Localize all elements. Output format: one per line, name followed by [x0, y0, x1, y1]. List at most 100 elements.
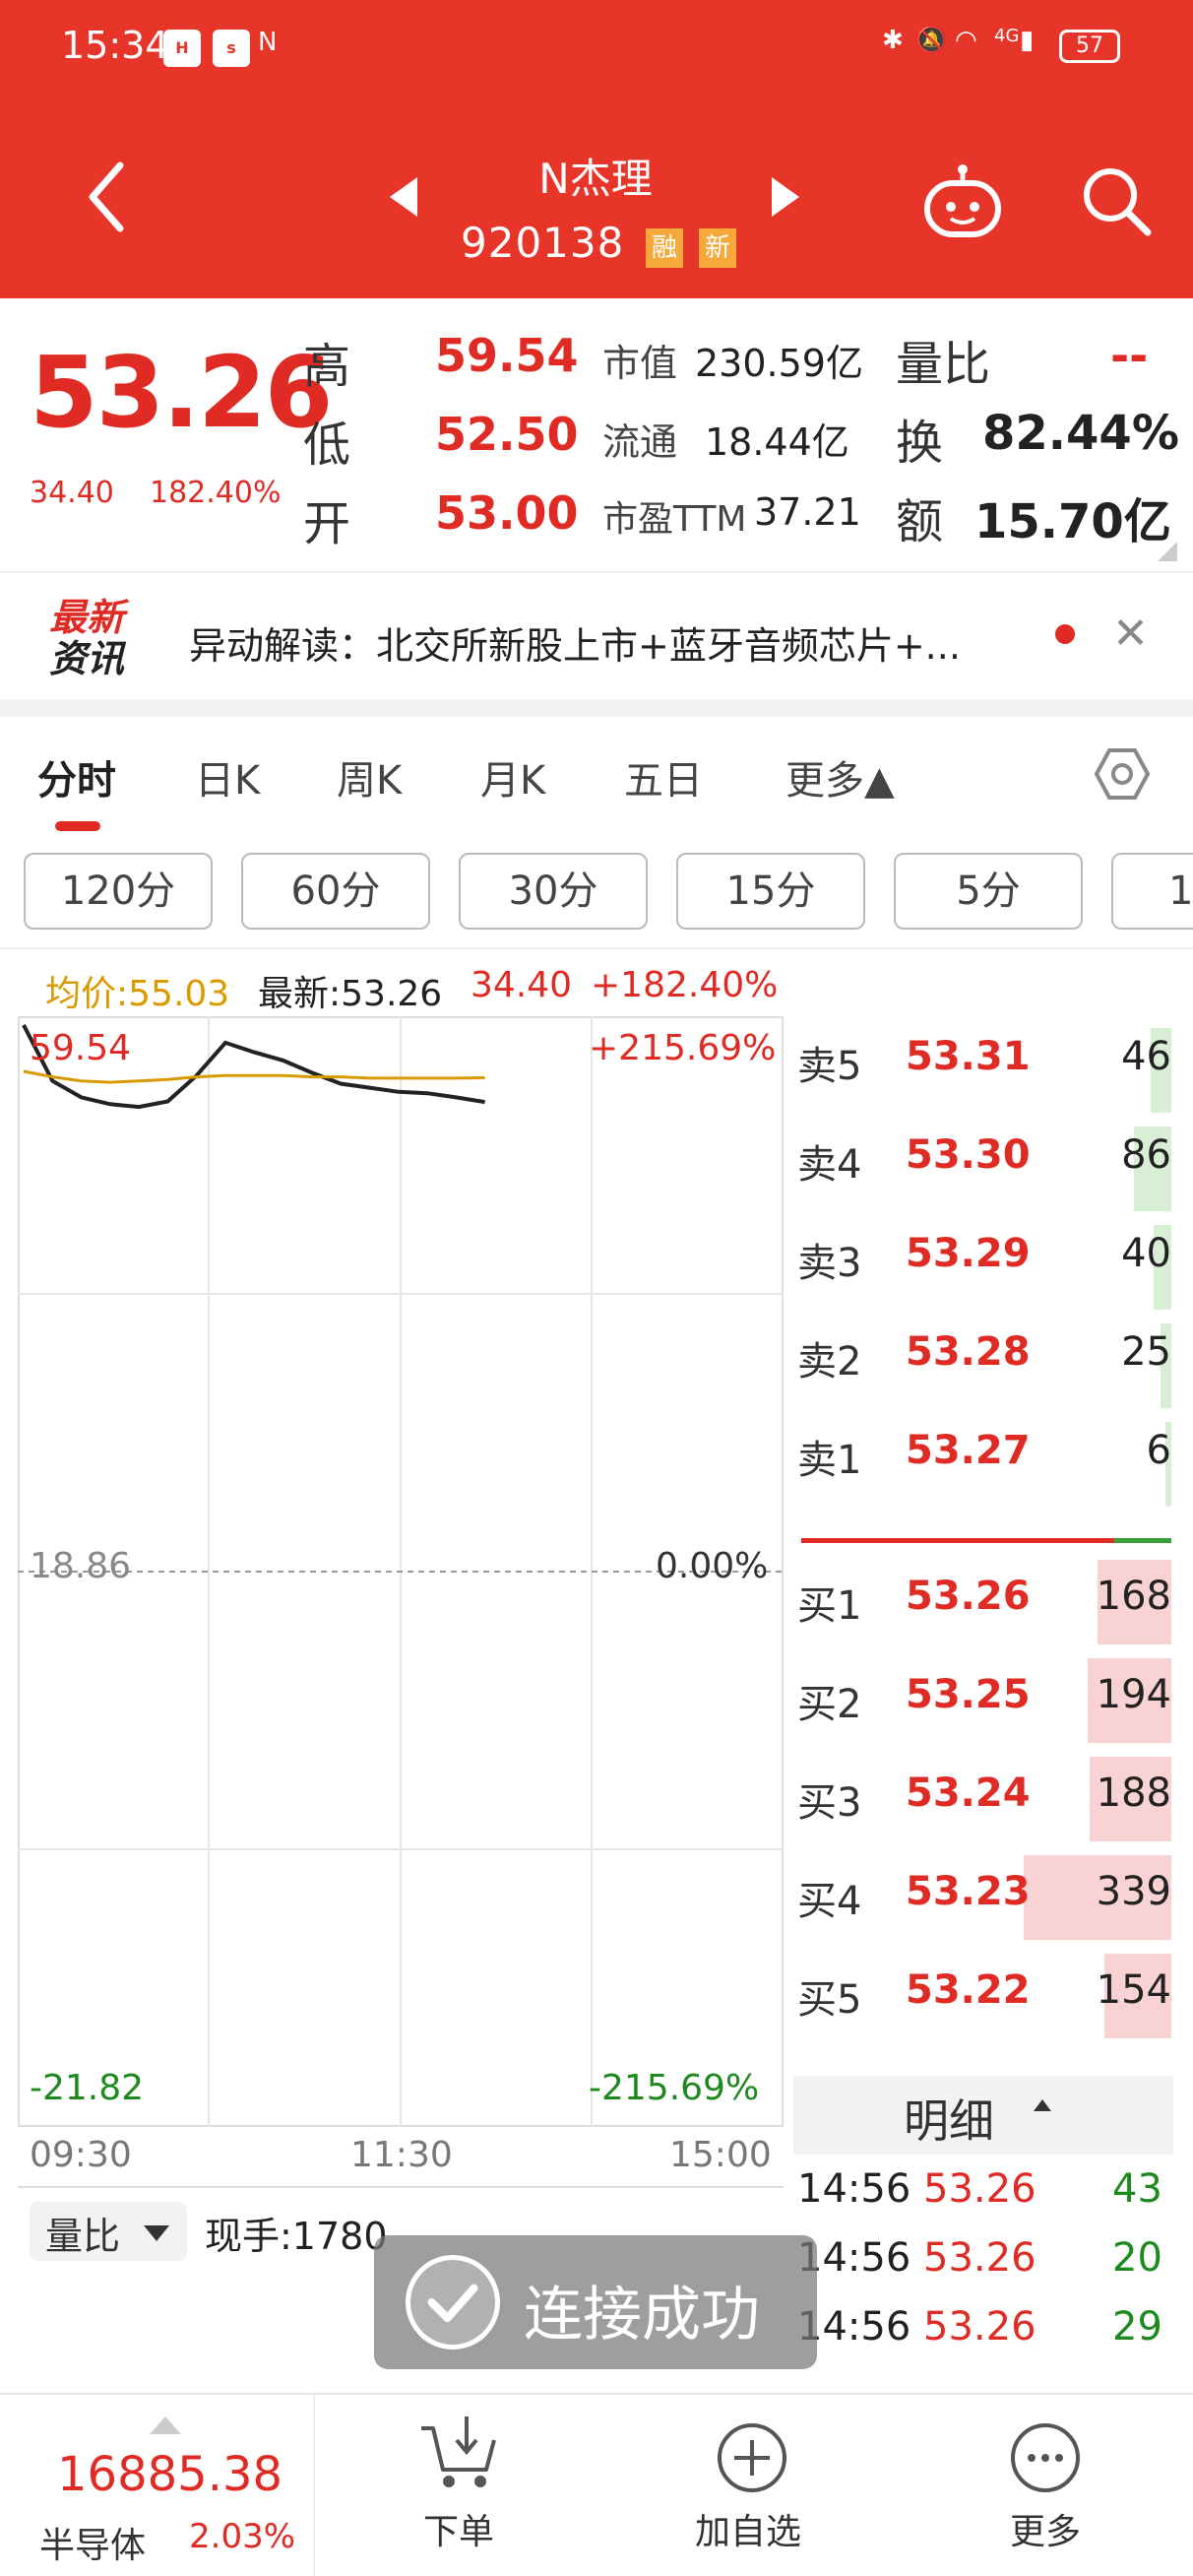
interval-60m[interactable]: 60分	[241, 853, 430, 930]
price-change-pct: 182.40%	[150, 476, 282, 510]
bid-price[interactable]: 53.23	[906, 1869, 1031, 1914]
expand-corner-icon[interactable]	[1158, 542, 1177, 561]
chart-top-pct: +215.69%	[589, 1028, 777, 1068]
status-time: 15:34	[61, 24, 169, 67]
mcap-value: 230.59亿	[695, 342, 863, 385]
news-logo-line2: 资讯	[49, 637, 125, 680]
add-watchlist-button[interactable]: 加自选	[695, 2503, 801, 2554]
bid-label: 买2	[797, 1682, 862, 1727]
settings-hex-icon[interactable]	[1095, 746, 1150, 802]
tab-daily-k[interactable]: 日K	[195, 748, 260, 805]
ask-volume: 46	[1121, 1034, 1171, 1079]
toast-message: 连接成功	[524, 2281, 760, 2350]
interval-120m[interactable]: 120分	[24, 853, 213, 930]
bid-price[interactable]: 53.25	[906, 1672, 1031, 1717]
avg-price: 均价:55.03	[45, 974, 230, 1014]
add-watchlist-icon[interactable]	[715, 2420, 789, 2495]
nfc-icon: N	[258, 28, 278, 57]
bid-price[interactable]: 53.26	[906, 1574, 1031, 1619]
interval-15m[interactable]: 15分	[676, 853, 865, 930]
bid-volume: 154	[1096, 1967, 1171, 2013]
open-value: 53.00	[435, 486, 579, 540]
expand-up-icon[interactable]	[150, 2416, 181, 2434]
interval-30m[interactable]: 30分	[459, 853, 648, 930]
bid-volume: 188	[1096, 1771, 1171, 1816]
tick-price: 53.26	[923, 2166, 1036, 2212]
tick-volume: 43	[1112, 2166, 1162, 2212]
order-button[interactable]: 下单	[423, 2503, 494, 2554]
amount-value: 15.70亿	[974, 494, 1171, 549]
tick-time: 14:56	[797, 2166, 911, 2212]
sina-app-icon: s	[213, 30, 250, 67]
time-end: 15:00	[669, 2135, 772, 2175]
time-start: 09:30	[30, 2135, 132, 2175]
mcap-label: 市值	[602, 342, 678, 385]
tick-volume: 29	[1112, 2304, 1162, 2350]
ask-price[interactable]: 53.29	[906, 1231, 1031, 1276]
detail-title[interactable]: 明细	[904, 2086, 994, 2151]
tick-row-clipped	[793, 2373, 1193, 2393]
tab-intraday[interactable]: 分时	[37, 748, 116, 805]
news-headline[interactable]: 异动解读：北交所新股上市+蓝牙音频芯片+...	[189, 615, 961, 670]
ask-label: 卖2	[797, 1339, 862, 1385]
ask-bid-divider-green	[1114, 1538, 1171, 1543]
next-stock-icon[interactable]	[772, 177, 799, 217]
ask-label: 卖4	[797, 1142, 862, 1188]
amount-label: 额	[896, 494, 944, 549]
search-icon[interactable]	[1079, 163, 1154, 238]
float-label: 流通	[602, 420, 678, 464]
cart-icon[interactable]	[417, 2415, 500, 2491]
chart-bottom-price: -21.82	[30, 2068, 145, 2108]
dropdown-icon[interactable]	[144, 2225, 169, 2241]
chart-mid-pct: 0.00%	[656, 1546, 769, 1586]
close-icon[interactable]: ✕	[1112, 609, 1149, 659]
index-name[interactable]: 半导体	[39, 2517, 146, 2568]
back-arrow-icon[interactable]	[79, 148, 138, 246]
ask-price[interactable]: 53.30	[906, 1132, 1031, 1178]
sort-up-icon[interactable]	[1034, 2099, 1051, 2111]
news-logo-line1: 最新	[49, 596, 125, 639]
turnover-value: 82.44%	[982, 406, 1179, 461]
bottom-separator	[313, 2393, 315, 2576]
ask-label: 卖5	[797, 1044, 862, 1089]
interval-5m[interactable]: 5分	[894, 853, 1083, 930]
chart-change: 34.40	[471, 965, 573, 1005]
turnover-label: 换	[896, 416, 944, 471]
chart-change-pct: +182.40%	[591, 965, 779, 1005]
notification-app-icon: H	[163, 30, 201, 67]
signal-icon: ▮	[1020, 26, 1035, 55]
ask-volume: 6	[1146, 1428, 1171, 1473]
more-icon[interactable]	[1008, 2420, 1083, 2495]
current-volume: 现手:1780	[205, 2215, 388, 2258]
bid-price[interactable]: 53.22	[906, 1967, 1031, 2013]
avg-price-line	[23, 1069, 485, 1084]
volume-selector-label: 量比	[45, 2215, 121, 2258]
tab-more[interactable]: 更多▲	[785, 748, 895, 805]
index-value[interactable]: 16885.38	[57, 2447, 283, 2502]
index-change[interactable]: 2.03%	[189, 2517, 295, 2556]
ask-volume: 25	[1121, 1329, 1171, 1375]
time-mid: 11:30	[350, 2135, 453, 2175]
prev-stock-icon[interactable]	[390, 177, 417, 217]
robot-assistant-icon[interactable]	[921, 161, 1004, 240]
bid-label: 买3	[797, 1780, 862, 1826]
tab-monthly-k[interactable]: 月K	[480, 748, 545, 805]
interval-1m[interactable]: 1	[1111, 853, 1193, 930]
tab-weekly-k[interactable]: 周K	[337, 748, 402, 805]
ask-price[interactable]: 53.27	[906, 1428, 1031, 1473]
ask-price[interactable]: 53.31	[906, 1034, 1031, 1079]
vr-label: 量比	[896, 337, 991, 392]
tab-five-day[interactable]: 五日	[624, 748, 703, 805]
vr-value: --	[1110, 329, 1149, 382]
bid-volume: 168	[1096, 1574, 1171, 1619]
more-button[interactable]: 更多	[1010, 2503, 1081, 2554]
bid-price[interactable]: 53.24	[906, 1771, 1031, 1816]
high-label: 高	[303, 339, 351, 394]
tick-price: 53.26	[923, 2235, 1036, 2281]
current-price: 53.26	[30, 335, 333, 450]
ask-label: 卖1	[797, 1438, 862, 1483]
chart-bottom-pct: -215.69%	[589, 2068, 760, 2108]
wifi-icon: ◠	[955, 26, 977, 55]
chart-mid-price: 18.86	[30, 1546, 132, 1586]
ask-price[interactable]: 53.28	[906, 1329, 1031, 1375]
